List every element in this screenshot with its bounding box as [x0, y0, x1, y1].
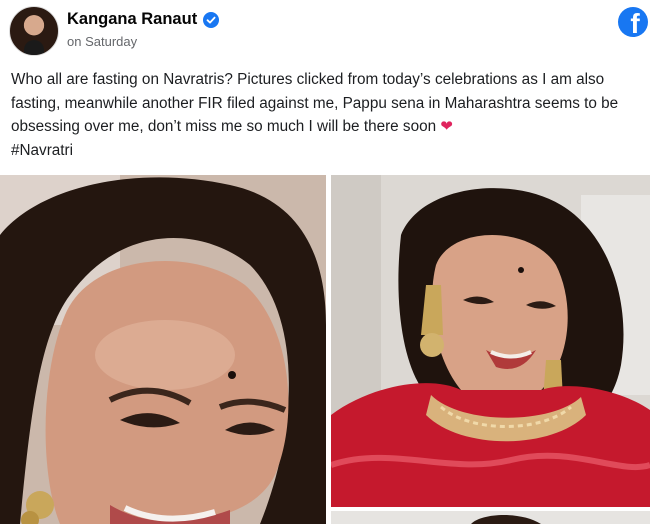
hashtag-link[interactable]: #Navratri: [11, 142, 73, 159]
photo-selfie-closeup[interactable]: [0, 175, 326, 524]
facebook-logo-letter: f: [630, 8, 640, 38]
post-header: Kangana Ranaut on Saturday f: [0, 0, 650, 62]
author-name-row: Kangana Ranaut: [67, 10, 220, 29]
post-text: Who all are fasting on Navratris? Pictur…: [11, 68, 641, 162]
author-name[interactable]: Kangana Ranaut: [67, 10, 197, 29]
post-timestamp[interactable]: on Saturday: [67, 34, 137, 49]
post-body-text: Who all are fasting on Navratris? Pictur…: [11, 71, 619, 135]
photo-red-saree-portrait[interactable]: [331, 175, 650, 507]
verified-badge-icon: [203, 11, 220, 28]
heart-emoji-icon: ❤: [440, 118, 453, 135]
facebook-logo-icon: f: [618, 7, 648, 37]
author-avatar[interactable]: [9, 6, 59, 56]
photo-third-partial[interactable]: [331, 511, 650, 524]
